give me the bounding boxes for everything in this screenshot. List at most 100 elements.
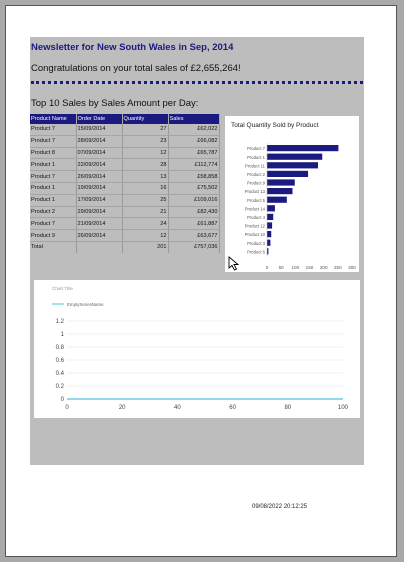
cell-product-name: Product 9 bbox=[30, 229, 77, 242]
x-tick-label: 100 bbox=[338, 405, 349, 411]
bar-category-label: Product 11 bbox=[245, 163, 266, 168]
y-tick-label: 1.2 bbox=[56, 319, 65, 325]
cell-order-date: 26/09/2014 bbox=[76, 229, 123, 242]
line-chart-title: Chart Title bbox=[52, 286, 73, 291]
cell-product-name: Product 1 bbox=[30, 194, 77, 207]
cell-product-name: Product 7 bbox=[30, 135, 77, 148]
table-row: Product 8 07/09/2014 12 £65,787 bbox=[30, 147, 220, 160]
bar-x-tick-label: 0 bbox=[266, 265, 269, 270]
cell-quantity: 16 bbox=[122, 182, 169, 195]
cell-order-date: 29/09/2014 bbox=[76, 206, 123, 219]
bar bbox=[267, 222, 273, 229]
x-tick-label: 60 bbox=[229, 405, 236, 411]
line-chart: Chart Title EmptySeriesName 0 0.2 0.4 0.6 0.8 1… bbox=[34, 280, 360, 418]
table-row: Product 7 15/09/2014 27 £62,022 bbox=[30, 124, 220, 136]
cell-quantity: 23 bbox=[122, 135, 169, 148]
table-header-row: Product Name Order Date Quantity Sales bbox=[30, 114, 220, 124]
bar-category-label: Product 3 bbox=[247, 241, 266, 246]
cell-sales: £109,016 bbox=[168, 194, 220, 207]
table-total-row: Total 201 £757,036 bbox=[30, 241, 220, 253]
y-tick-label: 0.4 bbox=[56, 371, 65, 377]
cell-sales: £65,787 bbox=[168, 147, 220, 160]
bar-x-tick-label: 150 bbox=[306, 265, 314, 270]
table-row: Product 1 22/09/2014 28 £112,774 bbox=[30, 158, 220, 172]
sales-table: Product Name Order Date Quantity Sales P… bbox=[30, 114, 220, 253]
cell-product-name: Product 8 bbox=[30, 147, 77, 160]
bar bbox=[267, 179, 295, 186]
cell-sales: £75,502 bbox=[168, 182, 220, 195]
cell-quantity: 201 bbox=[122, 241, 169, 253]
bar-category-label: Product 13 bbox=[245, 189, 266, 194]
y-tick-label: 1 bbox=[61, 332, 65, 338]
bar-category-label: Product 4 bbox=[247, 215, 266, 220]
y-tick-label: 0.8 bbox=[56, 345, 65, 351]
cell-order-date bbox=[76, 241, 123, 253]
newsletter-title: Newsletter for New South Wales in Sep, 2… bbox=[31, 42, 234, 53]
bar-category-label: Product 10 bbox=[245, 232, 266, 237]
cell-order-date: 07/09/2014 bbox=[76, 147, 123, 160]
cell-quantity: 21 bbox=[122, 206, 169, 219]
header-quantity: Quantity bbox=[122, 114, 169, 124]
cell-product-name: Product 7 bbox=[30, 124, 77, 136]
bar-x-tick-label: 100 bbox=[291, 265, 299, 270]
bar-x-tick-label: 300 bbox=[348, 265, 356, 270]
header-sales: Sales bbox=[168, 114, 220, 124]
bar bbox=[267, 145, 339, 152]
cell-product-name: Product 7 bbox=[30, 217, 77, 231]
table-row: Product 7 28/09/2014 23 £66,082 bbox=[30, 135, 220, 148]
table-row: Product 7 26/09/2014 13 £58,858 bbox=[30, 170, 220, 183]
cell-order-date: 17/09/2014 bbox=[76, 194, 123, 207]
cell-order-date: 21/09/2014 bbox=[76, 217, 123, 231]
bar-chart-canvas: Product 7 Product 1 Product 11 Product 2 Pro… bbox=[245, 143, 356, 270]
cell-sales: £82,430 bbox=[168, 206, 220, 219]
cell-product-name: Product 1 bbox=[30, 158, 77, 172]
legend-label: EmptySeriesName bbox=[67, 302, 104, 307]
bar bbox=[267, 213, 274, 220]
bar bbox=[267, 188, 293, 195]
cell-sales: £757,036 bbox=[168, 241, 220, 253]
top10-heading: Top 10 Sales by Sales Amount per Day: bbox=[31, 98, 199, 109]
bar bbox=[267, 205, 275, 212]
cell-sales: £63,677 bbox=[168, 229, 220, 242]
dotted-divider bbox=[31, 81, 363, 84]
bar-category-label: Product 5 bbox=[247, 198, 266, 203]
bar-category-label: Product 1 bbox=[247, 155, 266, 160]
bar-category-label: Product 9 bbox=[247, 181, 266, 186]
bar bbox=[267, 239, 271, 246]
quantity-bar-chart: Total Quantity Sold by Product Product 7… bbox=[225, 116, 359, 272]
bar-x-tick-label: 200 bbox=[320, 265, 328, 270]
bar-category-label: Product 12 bbox=[245, 224, 266, 229]
table-row: Product 1 19/09/2014 16 £75,502 bbox=[30, 182, 220, 195]
cell-sales: £61,887 bbox=[168, 217, 220, 231]
cell-sales: £112,774 bbox=[168, 158, 220, 172]
cell-quantity: 25 bbox=[122, 194, 169, 207]
cell-product-name: Product 1 bbox=[30, 182, 77, 195]
mouse-cursor-icon bbox=[228, 256, 239, 271]
bar bbox=[267, 153, 323, 160]
cell-sales: £58,858 bbox=[168, 170, 220, 183]
cell-quantity: 12 bbox=[122, 229, 169, 242]
bar bbox=[267, 162, 318, 169]
table-row: Product 7 21/09/2014 24 £61,887 bbox=[30, 217, 220, 231]
bar-x-tick-label: 250 bbox=[334, 265, 342, 270]
bar-x-tick-label: 50 bbox=[279, 265, 285, 270]
header-order-date: Order Date bbox=[76, 114, 123, 124]
congratulations-text: Congratulations on your total sales of £… bbox=[31, 63, 241, 74]
cell-order-date: 26/09/2014 bbox=[76, 170, 123, 183]
cell-product-name: Product 2 bbox=[30, 206, 77, 219]
table-row: Product 1 17/09/2014 25 £109,016 bbox=[30, 194, 220, 207]
bar-category-label: Product 2 bbox=[247, 172, 266, 177]
cell-quantity: 24 bbox=[122, 217, 169, 231]
bar-category-label: Product 6 bbox=[247, 249, 266, 254]
table-row: Product 9 26/09/2014 12 £63,677 bbox=[30, 229, 220, 242]
cell-sales: £62,022 bbox=[168, 124, 220, 136]
cell-product-name: Product 7 bbox=[30, 170, 77, 183]
bar bbox=[267, 231, 272, 238]
x-tick-label: 0 bbox=[65, 405, 69, 411]
cell-order-date: 22/09/2014 bbox=[76, 158, 123, 172]
line-chart-canvas: Chart Title EmptySeriesName 0 0.2 0.4 0.6 0.8 1… bbox=[52, 286, 349, 411]
cell-quantity: 28 bbox=[122, 158, 169, 172]
bar bbox=[267, 196, 287, 203]
y-tick-label: 0.2 bbox=[56, 384, 65, 390]
table-row: Product 2 29/09/2014 21 £82,430 bbox=[30, 206, 220, 219]
